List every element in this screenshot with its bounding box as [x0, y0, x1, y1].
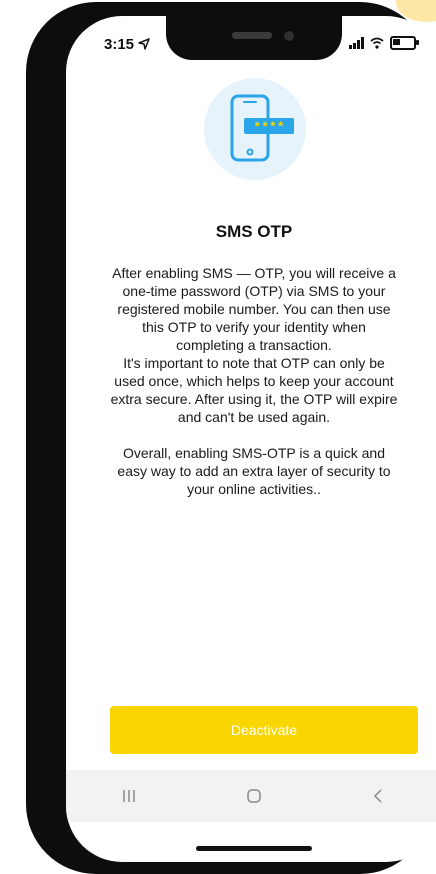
recent-apps-button[interactable]: [109, 781, 149, 811]
notch: [166, 16, 342, 60]
home-icon: [247, 789, 261, 803]
wifi-icon: [370, 37, 384, 49]
phone-screen: 3:15 **** SMS OTP After enabling SMS — O…: [66, 16, 436, 862]
front-camera: [284, 31, 294, 41]
description-paragraph-2: Overall, enabling SMS-OTP is a quick and…: [117, 445, 391, 497]
svg-text:****: ****: [253, 120, 284, 135]
status-time: 3:15: [104, 36, 150, 53]
phone-frame: 3:15 **** SMS OTP After enabling SMS — O…: [26, 2, 436, 874]
home-indicator[interactable]: [196, 846, 312, 851]
status-icons: [349, 36, 419, 50]
home-button[interactable]: [234, 781, 274, 811]
deactivate-button[interactable]: Deactivate: [110, 706, 418, 754]
recent-apps-icon: [122, 790, 135, 802]
location-arrow-icon: [138, 38, 150, 50]
page-title: SMS OTP: [215, 222, 293, 241]
cellular-signal-icon: [349, 37, 364, 49]
volume-up-button: [46, 178, 54, 256]
volume-down-button: [46, 270, 54, 348]
back-button[interactable]: [359, 781, 399, 811]
mute-switch: [46, 118, 54, 162]
back-icon: [374, 789, 382, 803]
battery-icon: [390, 36, 419, 50]
speaker-grille: [232, 32, 272, 39]
description-text: After enabling SMS — OTP, you will recei…: [90, 264, 418, 498]
sms-otp-illustration: ****: [204, 78, 306, 180]
android-nav-bar: [66, 770, 436, 822]
description-paragraph-1: After enabling SMS — OTP, you will recei…: [110, 265, 398, 425]
phone-otp-icon: ****: [230, 94, 294, 162]
